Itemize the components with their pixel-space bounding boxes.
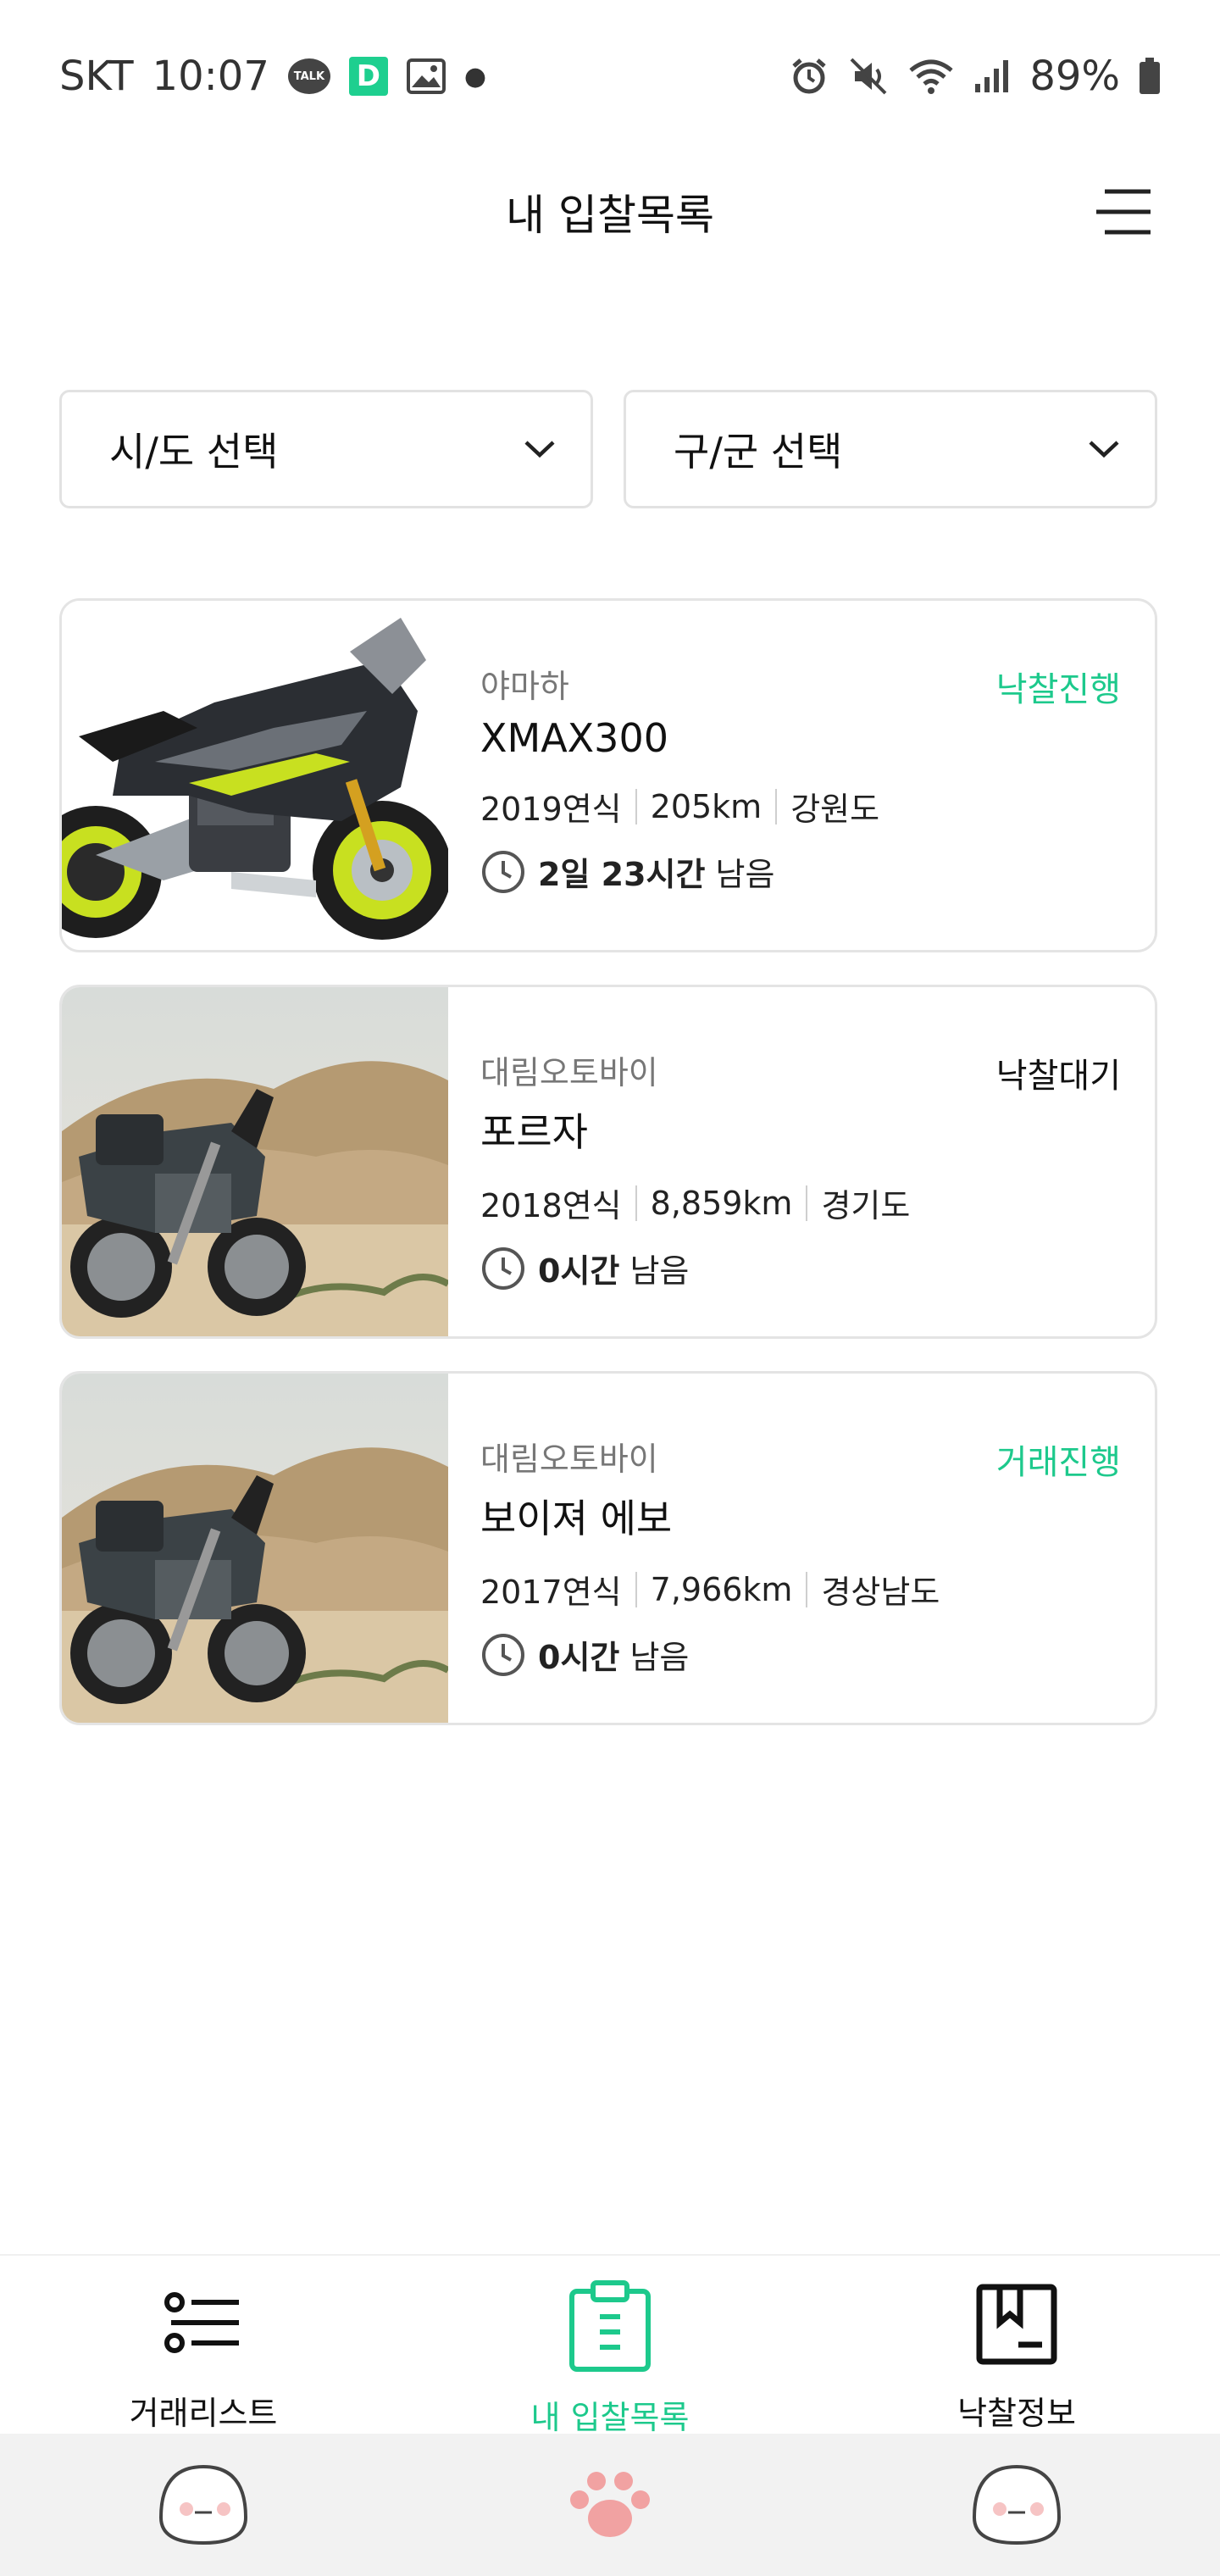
bid-model: 보이져 에보: [480, 1496, 673, 1541]
wifi-icon: [907, 57, 955, 96]
bid-status-badge: 낙찰대기: [995, 1057, 1121, 1096]
divider: [635, 1185, 637, 1221]
hamburger-icon: [1096, 189, 1151, 235]
face-icon: [158, 2464, 248, 2545]
bid-list: 야마하 낙찰진행 XMAX300 2019연식 205km 강원도 2일 23시…: [59, 598, 1157, 1757]
bid-region: 경상남도: [821, 1574, 940, 1611]
divider: [775, 788, 778, 824]
list-icon: [161, 2279, 246, 2368]
kakaotalk-icon: TALK: [287, 58, 330, 94]
bid-model: XMAX300: [480, 715, 668, 761]
clock-icon: [482, 850, 524, 893]
notification-dot-icon: ●: [463, 61, 487, 92]
hamburger-menu-button[interactable]: [1095, 186, 1154, 237]
clipboard-icon: [568, 2279, 652, 2373]
bid-meta: 2017연식 7,966km 경상남도: [480, 1566, 1121, 1613]
bid-card[interactable]: 대림오토바이 낙찰대기 포르자 2018연식 8,859km 경기도 0시간 남…: [59, 985, 1157, 1339]
city-select[interactable]: 시/도 선택: [59, 390, 593, 508]
motorcycle-image: [62, 601, 448, 950]
bid-meta: 2019연식 205km 강원도: [480, 783, 1121, 830]
system-back-button[interactable]: [152, 2454, 254, 2556]
clock: 10:07: [152, 53, 269, 100]
bid-meta: 2018연식 8,859km 경기도: [480, 1180, 1121, 1226]
bid-time-value: 0시간: [538, 1639, 620, 1676]
battery-icon: [1139, 58, 1161, 95]
nav-tab-label: 낙찰정보: [957, 2395, 1076, 2432]
divider: [635, 788, 637, 824]
system-navigation-bar: [0, 2434, 1220, 2576]
bid-time-value: 2일 23시간: [538, 856, 706, 893]
gallery-icon: [406, 58, 446, 94]
motorcycle-image: [62, 1374, 448, 1723]
bid-time-value: 0시간: [538, 1252, 620, 1290]
divider: [806, 1571, 808, 1607]
bid-region: 강원도: [790, 791, 880, 828]
bid-time-suffix: 남음: [619, 1252, 690, 1290]
bid-remaining-time: 0시간 남음: [480, 1245, 1121, 1291]
page-title: 내 입찰목록: [506, 191, 714, 240]
divider: [635, 1571, 637, 1607]
clock-icon: [482, 1246, 524, 1290]
bid-mileage: 7,966km: [650, 1570, 793, 1608]
nav-tab-label: 내 입찰목록: [530, 2399, 690, 2436]
bid-status-badge: 거래진행: [995, 1443, 1121, 1482]
district-select-label: 구/군 선택: [674, 429, 843, 475]
district-select[interactable]: 구/군 선택: [624, 390, 1157, 508]
status-bar: SKT 10:07 TALK D ● 89%: [0, 0, 1220, 153]
bid-card[interactable]: 야마하 낙찰진행 XMAX300 2019연식 205km 강원도 2일 23시…: [59, 598, 1157, 952]
chevron-down-icon: [1089, 441, 1119, 458]
paw-icon: [570, 2472, 650, 2537]
carrier-label: SKT: [59, 53, 134, 100]
bid-info: 대림오토바이 거래진행 보이져 에보 2017연식 7,966km 경상남도 0…: [448, 1374, 1155, 1723]
battery-percent: 89%: [1029, 53, 1120, 100]
bid-status-badge: 낙찰진행: [995, 670, 1121, 709]
bid-time-suffix: 남음: [705, 856, 775, 893]
bookmark-icon: [974, 2279, 1059, 2368]
mute-icon: [848, 56, 889, 97]
app-header: 내 입찰목록: [0, 153, 1220, 271]
bid-year: 2018연식: [480, 1187, 622, 1224]
bid-mileage: 205km: [650, 787, 762, 825]
system-recents-button[interactable]: [966, 2454, 1068, 2556]
bid-card[interactable]: 대림오토바이 거래진행 보이져 에보 2017연식 7,966km 경상남도 0…: [59, 1371, 1157, 1725]
nav-tab-my-bids[interactable]: 내 입찰목록: [407, 2256, 813, 2436]
bid-year: 2019연식: [480, 791, 622, 828]
bottom-navigation: 거래리스트 내 입찰목록 낙찰정보: [0, 2254, 1220, 2436]
nav-tab-trade-list[interactable]: 거래리스트: [0, 2256, 407, 2434]
bid-model: 포르자: [480, 1109, 588, 1155]
bid-remaining-time: 2일 23시간 남음: [480, 848, 1121, 895]
bid-region: 경기도: [821, 1187, 911, 1224]
d-app-icon: D: [348, 57, 388, 96]
face-icon: [972, 2464, 1062, 2545]
status-bar-left: SKT 10:07 TALK D ●: [59, 53, 486, 100]
signal-icon: [973, 58, 1011, 94]
alarm-icon: [789, 56, 829, 97]
divider: [806, 1185, 808, 1221]
city-select-label: 시/도 선택: [109, 429, 279, 475]
bid-time-suffix: 남음: [619, 1639, 690, 1676]
bid-year: 2017연식: [480, 1574, 622, 1611]
nav-tab-label: 거래리스트: [129, 2395, 278, 2432]
nav-tab-award-info[interactable]: 낙찰정보: [813, 2256, 1220, 2434]
clock-icon: [482, 1633, 524, 1676]
bid-info: 야마하 낙찰진행 XMAX300 2019연식 205km 강원도 2일 23시…: [448, 601, 1155, 950]
bid-info: 대림오토바이 낙찰대기 포르자 2018연식 8,859km 경기도 0시간 남…: [448, 987, 1155, 1336]
status-bar-right: 89%: [789, 53, 1161, 100]
system-home-button[interactable]: [559, 2454, 661, 2556]
bid-mileage: 8,859km: [650, 1184, 793, 1222]
bid-remaining-time: 0시간 남음: [480, 1631, 1121, 1678]
region-filters: 시/도 선택 구/군 선택: [59, 390, 1157, 508]
chevron-down-icon: [524, 441, 555, 458]
motorcycle-image: [62, 987, 448, 1336]
